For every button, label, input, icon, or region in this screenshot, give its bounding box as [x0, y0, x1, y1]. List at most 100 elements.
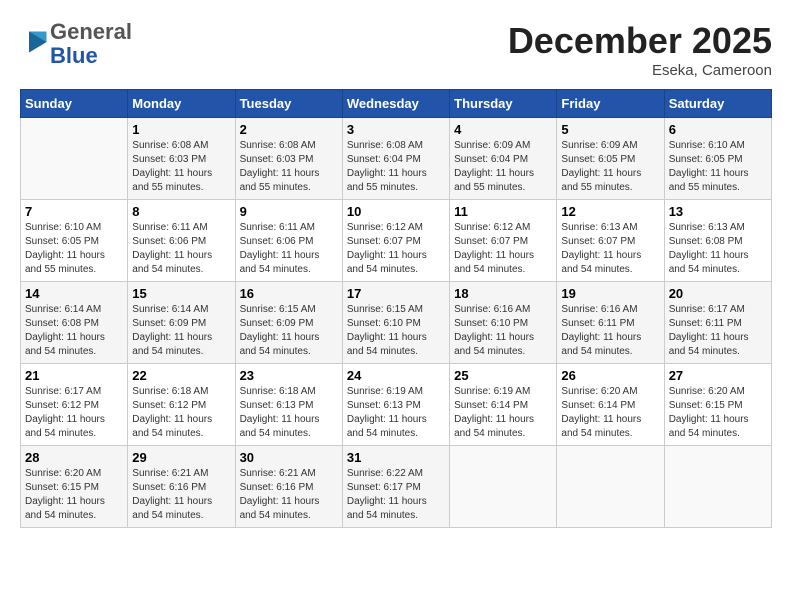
day-number: 18	[454, 286, 552, 301]
day-cell: 19Sunrise: 6:16 AM Sunset: 6:11 PM Dayli…	[557, 282, 664, 364]
day-cell: 11 Sunrise: 6:12 AM Sunset: 6:07 PM Dayli…	[450, 200, 557, 282]
week-row-4: 28 Sunrise: 6:20 AM Sunset: 6:15 PM Dayli…	[21, 446, 772, 528]
day-number: 21	[25, 368, 123, 383]
day-info: Sunrise: 6:19 AM Sunset: 6:14 PM Dayligh…	[454, 385, 552, 441]
day-info: Sunrise: 6:08 AM Sunset: 6:03 PM Dayligh…	[132, 139, 230, 195]
day-info: Sunrise: 6:11 AM Sunset: 6:06 PM Dayligh…	[240, 221, 338, 277]
day-number: 15	[132, 286, 230, 301]
calendar-header: SundayMondayTuesdayWednesdayThursdayFrid…	[21, 90, 772, 118]
day-number: 16	[240, 286, 338, 301]
day-info: Sunrise: 6:12 AM Sunset: 6:07 PM Dayligh…	[347, 221, 445, 277]
day-number: 11	[454, 204, 552, 219]
day-number: 14	[25, 286, 123, 301]
day-info: Sunrise: 6:13 AM Sunset: 6:08 PM Dayligh…	[669, 221, 767, 277]
month-title: December 2025	[508, 20, 772, 62]
day-number: 3	[347, 122, 445, 137]
day-cell	[450, 446, 557, 528]
day-number: 30	[240, 450, 338, 465]
day-number: 22	[132, 368, 230, 383]
day-info: Sunrise: 6:16 AM Sunset: 6:10 PM Dayligh…	[454, 303, 552, 359]
week-row-2: 14Sunrise: 6:14 AM Sunset: 6:08 PM Dayli…	[21, 282, 772, 364]
week-row-3: 21 Sunrise: 6:17 AM Sunset: 6:12 PM Dayli…	[21, 364, 772, 446]
day-info: Sunrise: 6:22 AM Sunset: 6:17 PM Dayligh…	[347, 467, 445, 523]
day-info: Sunrise: 6:08 AM Sunset: 6:03 PM Dayligh…	[240, 139, 338, 195]
day-number: 23	[240, 368, 338, 383]
header-cell-saturday: Saturday	[664, 90, 771, 118]
day-info: Sunrise: 6:20 AM Sunset: 6:14 PM Dayligh…	[561, 385, 659, 441]
day-info: Sunrise: 6:13 AM Sunset: 6:07 PM Dayligh…	[561, 221, 659, 277]
day-cell: 5Sunrise: 6:09 AM Sunset: 6:05 PM Daylig…	[557, 118, 664, 200]
day-cell: 24 Sunrise: 6:19 AM Sunset: 6:13 PM Dayli…	[342, 364, 449, 446]
day-info: Sunrise: 6:18 AM Sunset: 6:12 PM Dayligh…	[132, 385, 230, 441]
day-cell: 15 Sunrise: 6:14 AM Sunset: 6:09 PM Dayli…	[128, 282, 235, 364]
day-info: Sunrise: 6:17 AM Sunset: 6:12 PM Dayligh…	[25, 385, 123, 441]
day-cell: 12Sunrise: 6:13 AM Sunset: 6:07 PM Dayli…	[557, 200, 664, 282]
day-number: 9	[240, 204, 338, 219]
day-cell: 27 Sunrise: 6:20 AM Sunset: 6:15 PM Dayli…	[664, 364, 771, 446]
day-number: 28	[25, 450, 123, 465]
header-cell-tuesday: Tuesday	[235, 90, 342, 118]
day-info: Sunrise: 6:20 AM Sunset: 6:15 PM Dayligh…	[669, 385, 767, 441]
day-number: 26	[561, 368, 659, 383]
day-info: Sunrise: 6:15 AM Sunset: 6:09 PM Dayligh…	[240, 303, 338, 359]
week-row-0: 1 Sunrise: 6:08 AM Sunset: 6:03 PM Daylig…	[21, 118, 772, 200]
logo-icon	[22, 28, 50, 56]
day-info: Sunrise: 6:11 AM Sunset: 6:06 PM Dayligh…	[132, 221, 230, 277]
day-cell: 29Sunrise: 6:21 AM Sunset: 6:16 PM Dayli…	[128, 446, 235, 528]
day-number: 20	[669, 286, 767, 301]
day-cell: 21 Sunrise: 6:17 AM Sunset: 6:12 PM Dayli…	[21, 364, 128, 446]
day-info: Sunrise: 6:18 AM Sunset: 6:13 PM Dayligh…	[240, 385, 338, 441]
day-cell: 17 Sunrise: 6:15 AM Sunset: 6:10 PM Dayli…	[342, 282, 449, 364]
day-cell: 7Sunrise: 6:10 AM Sunset: 6:05 PM Daylig…	[21, 200, 128, 282]
header-cell-monday: Monday	[128, 90, 235, 118]
day-number: 31	[347, 450, 445, 465]
day-info: Sunrise: 6:14 AM Sunset: 6:09 PM Dayligh…	[132, 303, 230, 359]
day-number: 8	[132, 204, 230, 219]
day-info: Sunrise: 6:10 AM Sunset: 6:05 PM Dayligh…	[669, 139, 767, 195]
day-info: Sunrise: 6:09 AM Sunset: 6:04 PM Dayligh…	[454, 139, 552, 195]
day-cell: 4Sunrise: 6:09 AM Sunset: 6:04 PM Daylig…	[450, 118, 557, 200]
day-info: Sunrise: 6:19 AM Sunset: 6:13 PM Dayligh…	[347, 385, 445, 441]
day-cell: 20 Sunrise: 6:17 AM Sunset: 6:11 PM Dayli…	[664, 282, 771, 364]
location: Eseka, Cameroon	[508, 62, 772, 79]
day-number: 10	[347, 204, 445, 219]
page-header: General Blue December 2025 Eseka, Camero…	[20, 20, 772, 79]
day-cell	[21, 118, 128, 200]
day-info: Sunrise: 6:08 AM Sunset: 6:04 PM Dayligh…	[347, 139, 445, 195]
day-cell: 14Sunrise: 6:14 AM Sunset: 6:08 PM Dayli…	[21, 282, 128, 364]
day-cell: 23 Sunrise: 6:18 AM Sunset: 6:13 PM Dayli…	[235, 364, 342, 446]
day-number: 24	[347, 368, 445, 383]
day-info: Sunrise: 6:12 AM Sunset: 6:07 PM Dayligh…	[454, 221, 552, 277]
header-row: SundayMondayTuesdayWednesdayThursdayFrid…	[21, 90, 772, 118]
day-number: 1	[132, 122, 230, 137]
day-cell: 10 Sunrise: 6:12 AM Sunset: 6:07 PM Dayli…	[342, 200, 449, 282]
day-cell	[557, 446, 664, 528]
day-number: 29	[132, 450, 230, 465]
day-number: 25	[454, 368, 552, 383]
day-cell: 16 Sunrise: 6:15 AM Sunset: 6:09 PM Dayli…	[235, 282, 342, 364]
day-info: Sunrise: 6:21 AM Sunset: 6:16 PM Dayligh…	[240, 467, 338, 523]
day-info: Sunrise: 6:15 AM Sunset: 6:10 PM Dayligh…	[347, 303, 445, 359]
day-cell: 18 Sunrise: 6:16 AM Sunset: 6:10 PM Dayli…	[450, 282, 557, 364]
day-number: 6	[669, 122, 767, 137]
day-info: Sunrise: 6:17 AM Sunset: 6:11 PM Dayligh…	[669, 303, 767, 359]
day-cell: 9 Sunrise: 6:11 AM Sunset: 6:06 PM Daylig…	[235, 200, 342, 282]
day-cell: 13Sunrise: 6:13 AM Sunset: 6:08 PM Dayli…	[664, 200, 771, 282]
day-cell: 31 Sunrise: 6:22 AM Sunset: 6:17 PM Dayli…	[342, 446, 449, 528]
calendar-body: 1 Sunrise: 6:08 AM Sunset: 6:03 PM Daylig…	[21, 118, 772, 528]
day-cell: 8 Sunrise: 6:11 AM Sunset: 6:06 PM Daylig…	[128, 200, 235, 282]
day-number: 27	[669, 368, 767, 383]
logo-blue: Blue	[50, 43, 98, 68]
header-cell-thursday: Thursday	[450, 90, 557, 118]
logo: General Blue	[20, 20, 132, 68]
day-number: 17	[347, 286, 445, 301]
day-cell: 2 Sunrise: 6:08 AM Sunset: 6:03 PM Daylig…	[235, 118, 342, 200]
week-row-1: 7Sunrise: 6:10 AM Sunset: 6:05 PM Daylig…	[21, 200, 772, 282]
day-cell: 30 Sunrise: 6:21 AM Sunset: 6:16 PM Dayli…	[235, 446, 342, 528]
day-number: 2	[240, 122, 338, 137]
day-info: Sunrise: 6:20 AM Sunset: 6:15 PM Dayligh…	[25, 467, 123, 523]
day-cell: 1 Sunrise: 6:08 AM Sunset: 6:03 PM Daylig…	[128, 118, 235, 200]
logo-text: General Blue	[50, 20, 132, 68]
day-cell: 22 Sunrise: 6:18 AM Sunset: 6:12 PM Dayli…	[128, 364, 235, 446]
day-info: Sunrise: 6:09 AM Sunset: 6:05 PM Dayligh…	[561, 139, 659, 195]
